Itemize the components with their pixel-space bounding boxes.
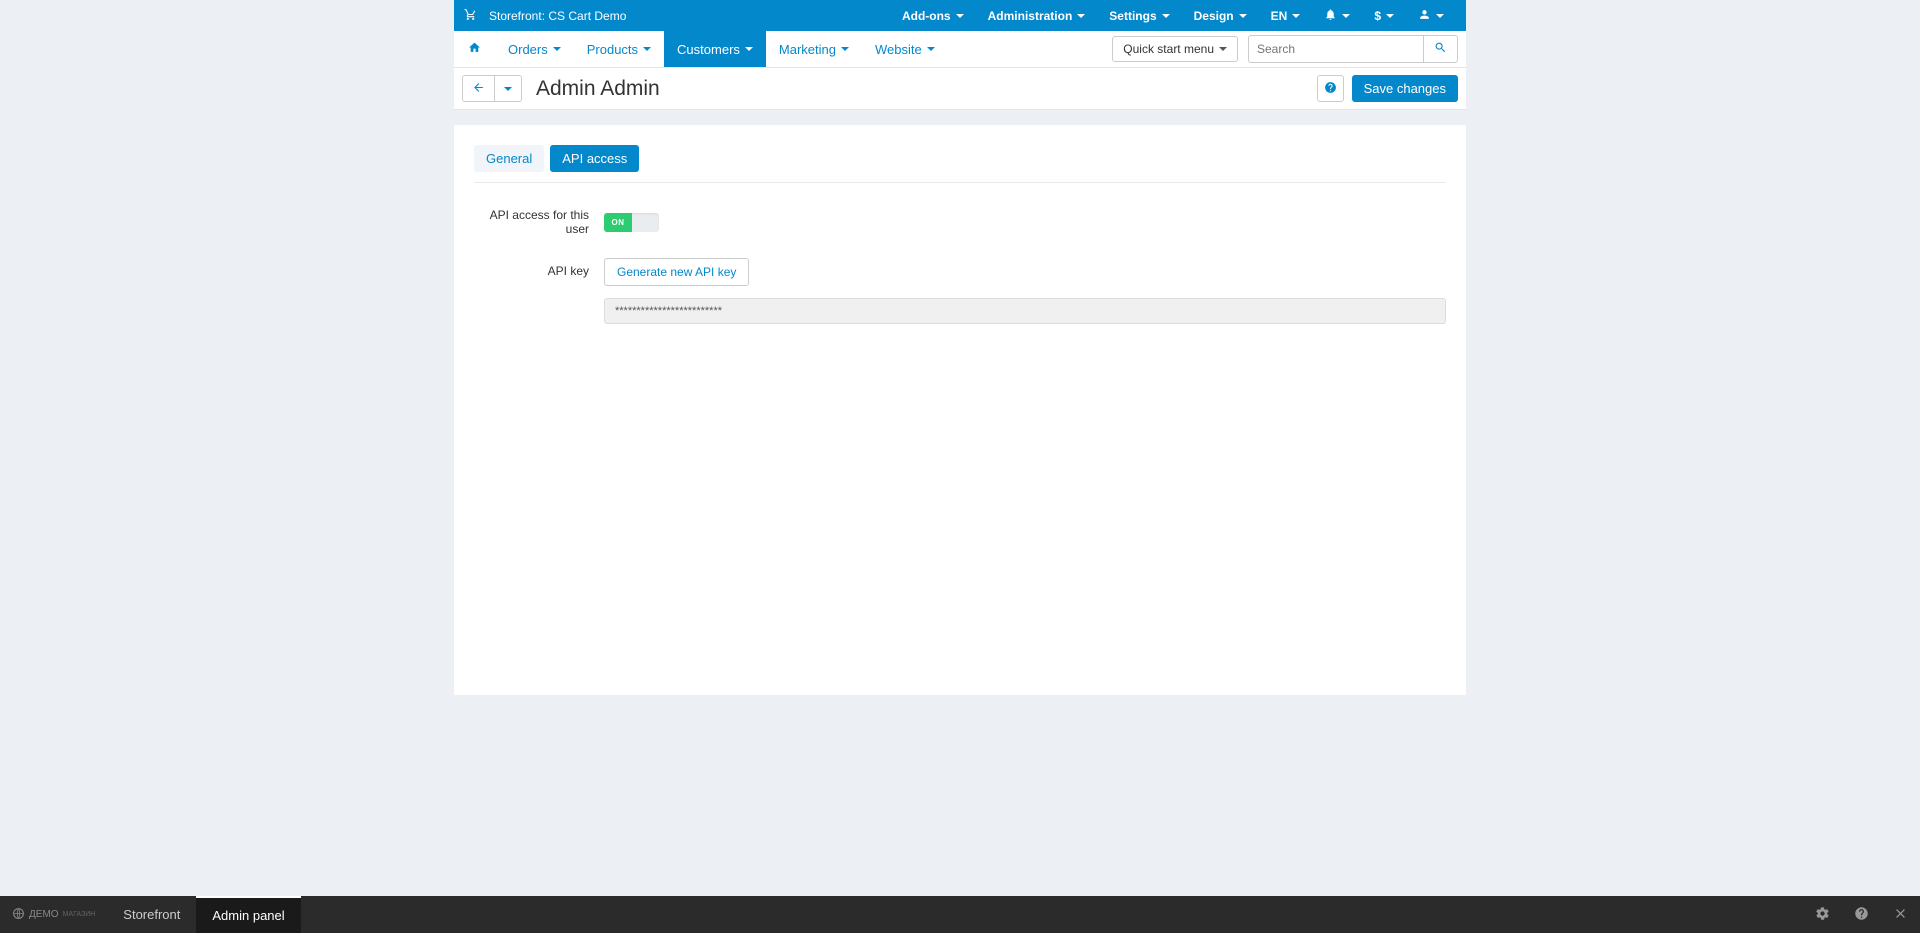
bottom-tab-storefront[interactable]: Storefront xyxy=(107,896,196,933)
cart-icon xyxy=(464,8,477,24)
api-key-field[interactable] xyxy=(604,298,1446,324)
orders-label: Orders xyxy=(508,42,548,57)
bottom-settings-button[interactable] xyxy=(1803,906,1842,924)
quick-start-menu[interactable]: Quick start menu xyxy=(1112,36,1238,62)
api-access-label: API access for this user xyxy=(474,208,604,236)
bottom-bar: ДЕМО МАГАЗИН Storefront Admin panel xyxy=(0,896,1920,933)
caret-down-icon xyxy=(1219,47,1227,51)
back-button[interactable] xyxy=(462,75,495,102)
caret-down-icon xyxy=(553,47,561,51)
language-label: EN xyxy=(1271,9,1288,23)
demo-label: ДЕМО xyxy=(29,909,59,920)
caret-down-icon xyxy=(1292,14,1300,18)
caret-down-icon xyxy=(1436,14,1444,18)
orders-menu[interactable]: Orders xyxy=(495,31,574,67)
divider xyxy=(474,182,1446,183)
quick-start-label: Quick start menu xyxy=(1123,42,1214,56)
design-label: Design xyxy=(1194,9,1234,23)
caret-down-icon xyxy=(504,87,512,91)
caret-down-icon xyxy=(1239,14,1247,18)
caret-down-icon xyxy=(956,14,964,18)
design-menu[interactable]: Design xyxy=(1182,0,1259,31)
save-button[interactable]: Save changes xyxy=(1352,75,1458,102)
products-menu[interactable]: Products xyxy=(574,31,664,67)
customers-label: Customers xyxy=(677,42,740,57)
marketing-menu[interactable]: Marketing xyxy=(766,31,862,67)
administration-menu[interactable]: Administration xyxy=(976,0,1098,31)
demo-sub-label: МАГАЗИН xyxy=(63,911,96,918)
products-label: Products xyxy=(587,42,638,57)
close-icon xyxy=(1893,906,1908,924)
customers-menu[interactable]: Customers xyxy=(664,31,766,67)
topbar: Storefront: CS Cart Demo Add-ons Adminis… xyxy=(454,0,1466,31)
home-link[interactable] xyxy=(454,31,495,67)
main-menu: Orders Products Customers Marketing Webs… xyxy=(454,31,1466,68)
bottom-tab-admin[interactable]: Admin panel xyxy=(196,896,300,933)
search-button[interactable] xyxy=(1423,35,1458,63)
caret-down-icon xyxy=(1342,14,1350,18)
page-title: Admin Admin xyxy=(536,77,660,101)
language-menu[interactable]: EN xyxy=(1259,0,1313,31)
page-header: Admin Admin Save changes xyxy=(454,68,1466,110)
bottom-close-button[interactable] xyxy=(1881,906,1920,924)
globe-icon xyxy=(12,907,25,923)
bottom-help-button[interactable] xyxy=(1842,906,1881,924)
settings-label: Settings xyxy=(1109,9,1156,23)
tab-general[interactable]: General xyxy=(474,145,544,172)
help-button[interactable] xyxy=(1317,75,1344,102)
caret-down-icon xyxy=(745,47,753,51)
marketing-label: Marketing xyxy=(779,42,836,57)
administration-label: Administration xyxy=(988,9,1073,23)
caret-down-icon xyxy=(841,47,849,51)
website-menu[interactable]: Website xyxy=(862,31,948,67)
currency-menu[interactable]: $ xyxy=(1362,0,1406,31)
arrow-left-icon xyxy=(472,81,485,97)
bell-icon xyxy=(1324,8,1337,24)
user-menu[interactable] xyxy=(1406,0,1456,31)
question-icon xyxy=(1324,81,1337,97)
notifications-menu[interactable] xyxy=(1312,0,1362,31)
website-label: Website xyxy=(875,42,922,57)
api-access-toggle[interactable]: ON xyxy=(604,213,659,232)
caret-down-icon xyxy=(643,47,651,51)
caret-down-icon xyxy=(1077,14,1085,18)
settings-menu[interactable]: Settings xyxy=(1097,0,1181,31)
back-dropdown[interactable] xyxy=(495,75,522,102)
demo-badge: ДЕМО МАГАЗИН xyxy=(0,896,107,933)
caret-down-icon xyxy=(927,47,935,51)
addons-menu[interactable]: Add-ons xyxy=(890,0,976,31)
storefront-link[interactable]: Storefront: CS Cart Demo xyxy=(485,0,638,31)
question-icon xyxy=(1854,906,1869,924)
search-icon xyxy=(1434,42,1447,57)
caret-down-icon xyxy=(1386,14,1394,18)
addons-label: Add-ons xyxy=(902,9,951,23)
generate-api-key-button[interactable]: Generate new API key xyxy=(604,258,749,286)
tab-api-access[interactable]: API access xyxy=(550,145,639,172)
currency-label: $ xyxy=(1374,9,1381,23)
api-key-label: API key xyxy=(474,258,604,278)
user-icon xyxy=(1418,8,1431,24)
search-input[interactable] xyxy=(1248,35,1423,63)
toggle-on-label: ON xyxy=(604,213,632,232)
home-icon xyxy=(468,41,481,57)
gear-icon xyxy=(1815,906,1830,924)
content-panel: General API access API access for this u… xyxy=(454,125,1466,695)
caret-down-icon xyxy=(1162,14,1170,18)
